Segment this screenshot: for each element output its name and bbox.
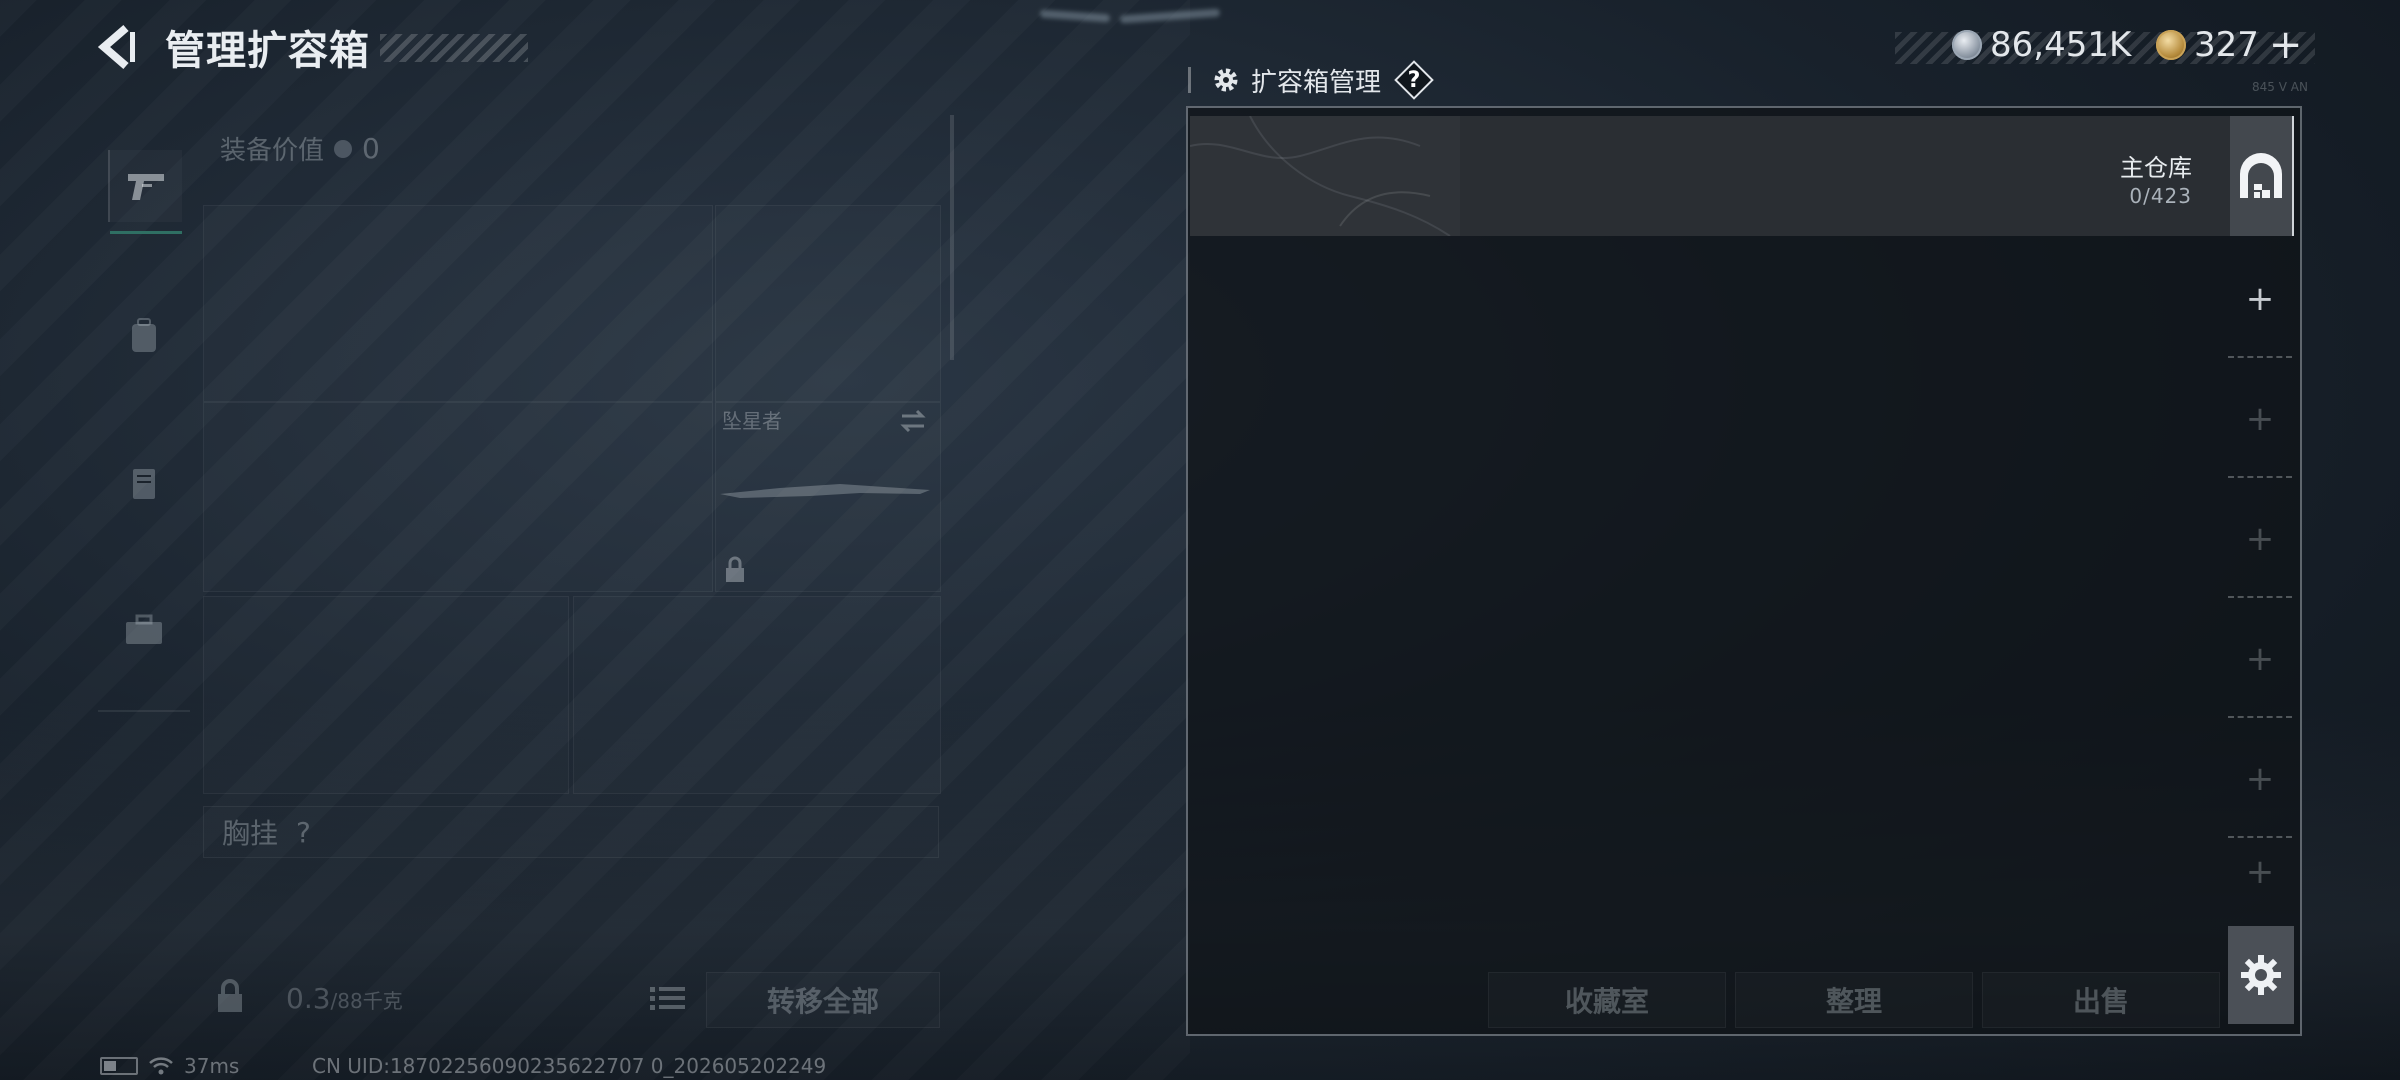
panel-tag: 845 V AN [2252, 80, 2308, 94]
scrollbar[interactable] [950, 115, 954, 360]
help-button[interactable]: ? [1397, 63, 1431, 97]
equipment-slot-backpack[interactable] [203, 596, 569, 794]
expansion-box-panel [1186, 106, 2302, 1036]
chest-rig-help-icon[interactable]: ? [296, 816, 311, 849]
tab-backpack[interactable] [108, 300, 180, 372]
ping-value: 37ms [184, 1054, 240, 1078]
wifi-icon [149, 1057, 173, 1075]
add-expansion-slot-6[interactable]: + [2228, 838, 2292, 906]
silver-amount: 86,451K [1990, 25, 2132, 65]
gold-amount: 327 [2194, 25, 2259, 65]
add-expansion-slot-1[interactable]: + [2228, 240, 2292, 358]
expansion-box-header: 扩容箱管理 ? [1188, 60, 1431, 100]
expansion-box-title: 扩容箱管理 [1251, 67, 1382, 98]
tab-toolbox[interactable] [108, 594, 180, 666]
equipment-slot-helmet[interactable] [203, 205, 713, 402]
weight-unit: 千克 [362, 989, 403, 1013]
equipment-slot-primary[interactable] [203, 402, 713, 592]
organize-button[interactable]: 整理 [1735, 972, 1973, 1028]
tab-vest[interactable] [108, 447, 180, 519]
header-bar [1188, 67, 1191, 93]
background-light [1119, 8, 1221, 24]
chest-rig-slot[interactable]: 胸挂 ? [203, 806, 939, 858]
pistol-icon [128, 174, 164, 200]
help-icon: ? [1407, 67, 1421, 93]
gold-currency[interactable]: 327 + [2156, 22, 2302, 68]
collection-room-button[interactable]: 收藏室 [1488, 972, 1726, 1028]
equipment-value-label: 装备价值 [220, 136, 325, 166]
chevron-left-icon [97, 24, 135, 70]
equipment-value: 装备价值 0 [220, 130, 380, 167]
status-bar: 37ms [100, 1054, 239, 1078]
list-icon[interactable] [646, 978, 690, 1018]
equipment-value-amount: 0 [362, 132, 380, 165]
transfer-all-button[interactable]: 转移全部 [706, 972, 940, 1028]
user-uid: CN UID:18702256090235622707 0_2026052022… [312, 1054, 827, 1078]
add-expansion-slot-4[interactable]: + [2228, 600, 2292, 718]
background-light [1039, 9, 1111, 23]
lock-icon [726, 556, 744, 582]
battery-icon [100, 1057, 138, 1075]
weight-lock-icon [218, 979, 242, 1012]
page-title: 管理扩容箱 [165, 28, 370, 74]
warehouse-map-background [1190, 116, 1460, 236]
title-decoration [380, 34, 528, 62]
sidebar-divider [98, 710, 190, 712]
carry-weight: 0.3/88千克 [286, 982, 403, 1015]
gear-icon [2241, 955, 2281, 995]
vest-icon [133, 469, 155, 499]
add-expansion-slot-2[interactable]: + [2228, 360, 2292, 478]
back-button[interactable] [96, 24, 142, 70]
swap-icon[interactable] [898, 406, 928, 436]
silver-coin-icon [1952, 30, 1982, 60]
silver-currency[interactable]: 86,451K [1952, 22, 2131, 68]
add-gold-button[interactable]: + [2269, 22, 2303, 68]
add-expansion-slot-3[interactable]: + [2228, 480, 2292, 598]
tab-weapons[interactable] [108, 150, 182, 234]
weight-value: 0.3 [286, 982, 331, 1015]
weapon-name: 坠星者 [722, 409, 782, 433]
add-expansion-slot-5[interactable]: + [2228, 720, 2292, 838]
gold-coin-icon [2156, 30, 2186, 60]
warehouse-icon [2240, 153, 2282, 198]
chest-rig-label: 胸挂 [222, 817, 279, 850]
backpack-icon [132, 318, 156, 352]
weapon-image [720, 484, 930, 498]
sell-button[interactable]: 出售 [1982, 972, 2220, 1028]
weight-max: /88 [330, 989, 363, 1013]
settings-button[interactable] [2228, 926, 2294, 1024]
equipment-sidebar [98, 110, 190, 710]
gear-icon [1214, 68, 1238, 92]
coin-icon [334, 139, 353, 158]
toolbox-icon [126, 614, 162, 644]
equipment-slot-melee[interactable] [573, 596, 941, 794]
warehouse-name: 主仓库 [2120, 154, 2192, 182]
main-warehouse-row[interactable]: 主仓库 0/423 [1190, 116, 2230, 236]
warehouse-capacity: 0/423 [2129, 184, 2192, 208]
warehouse-icon-box[interactable] [2230, 116, 2294, 236]
equipment-slot-armor[interactable] [715, 205, 941, 402]
